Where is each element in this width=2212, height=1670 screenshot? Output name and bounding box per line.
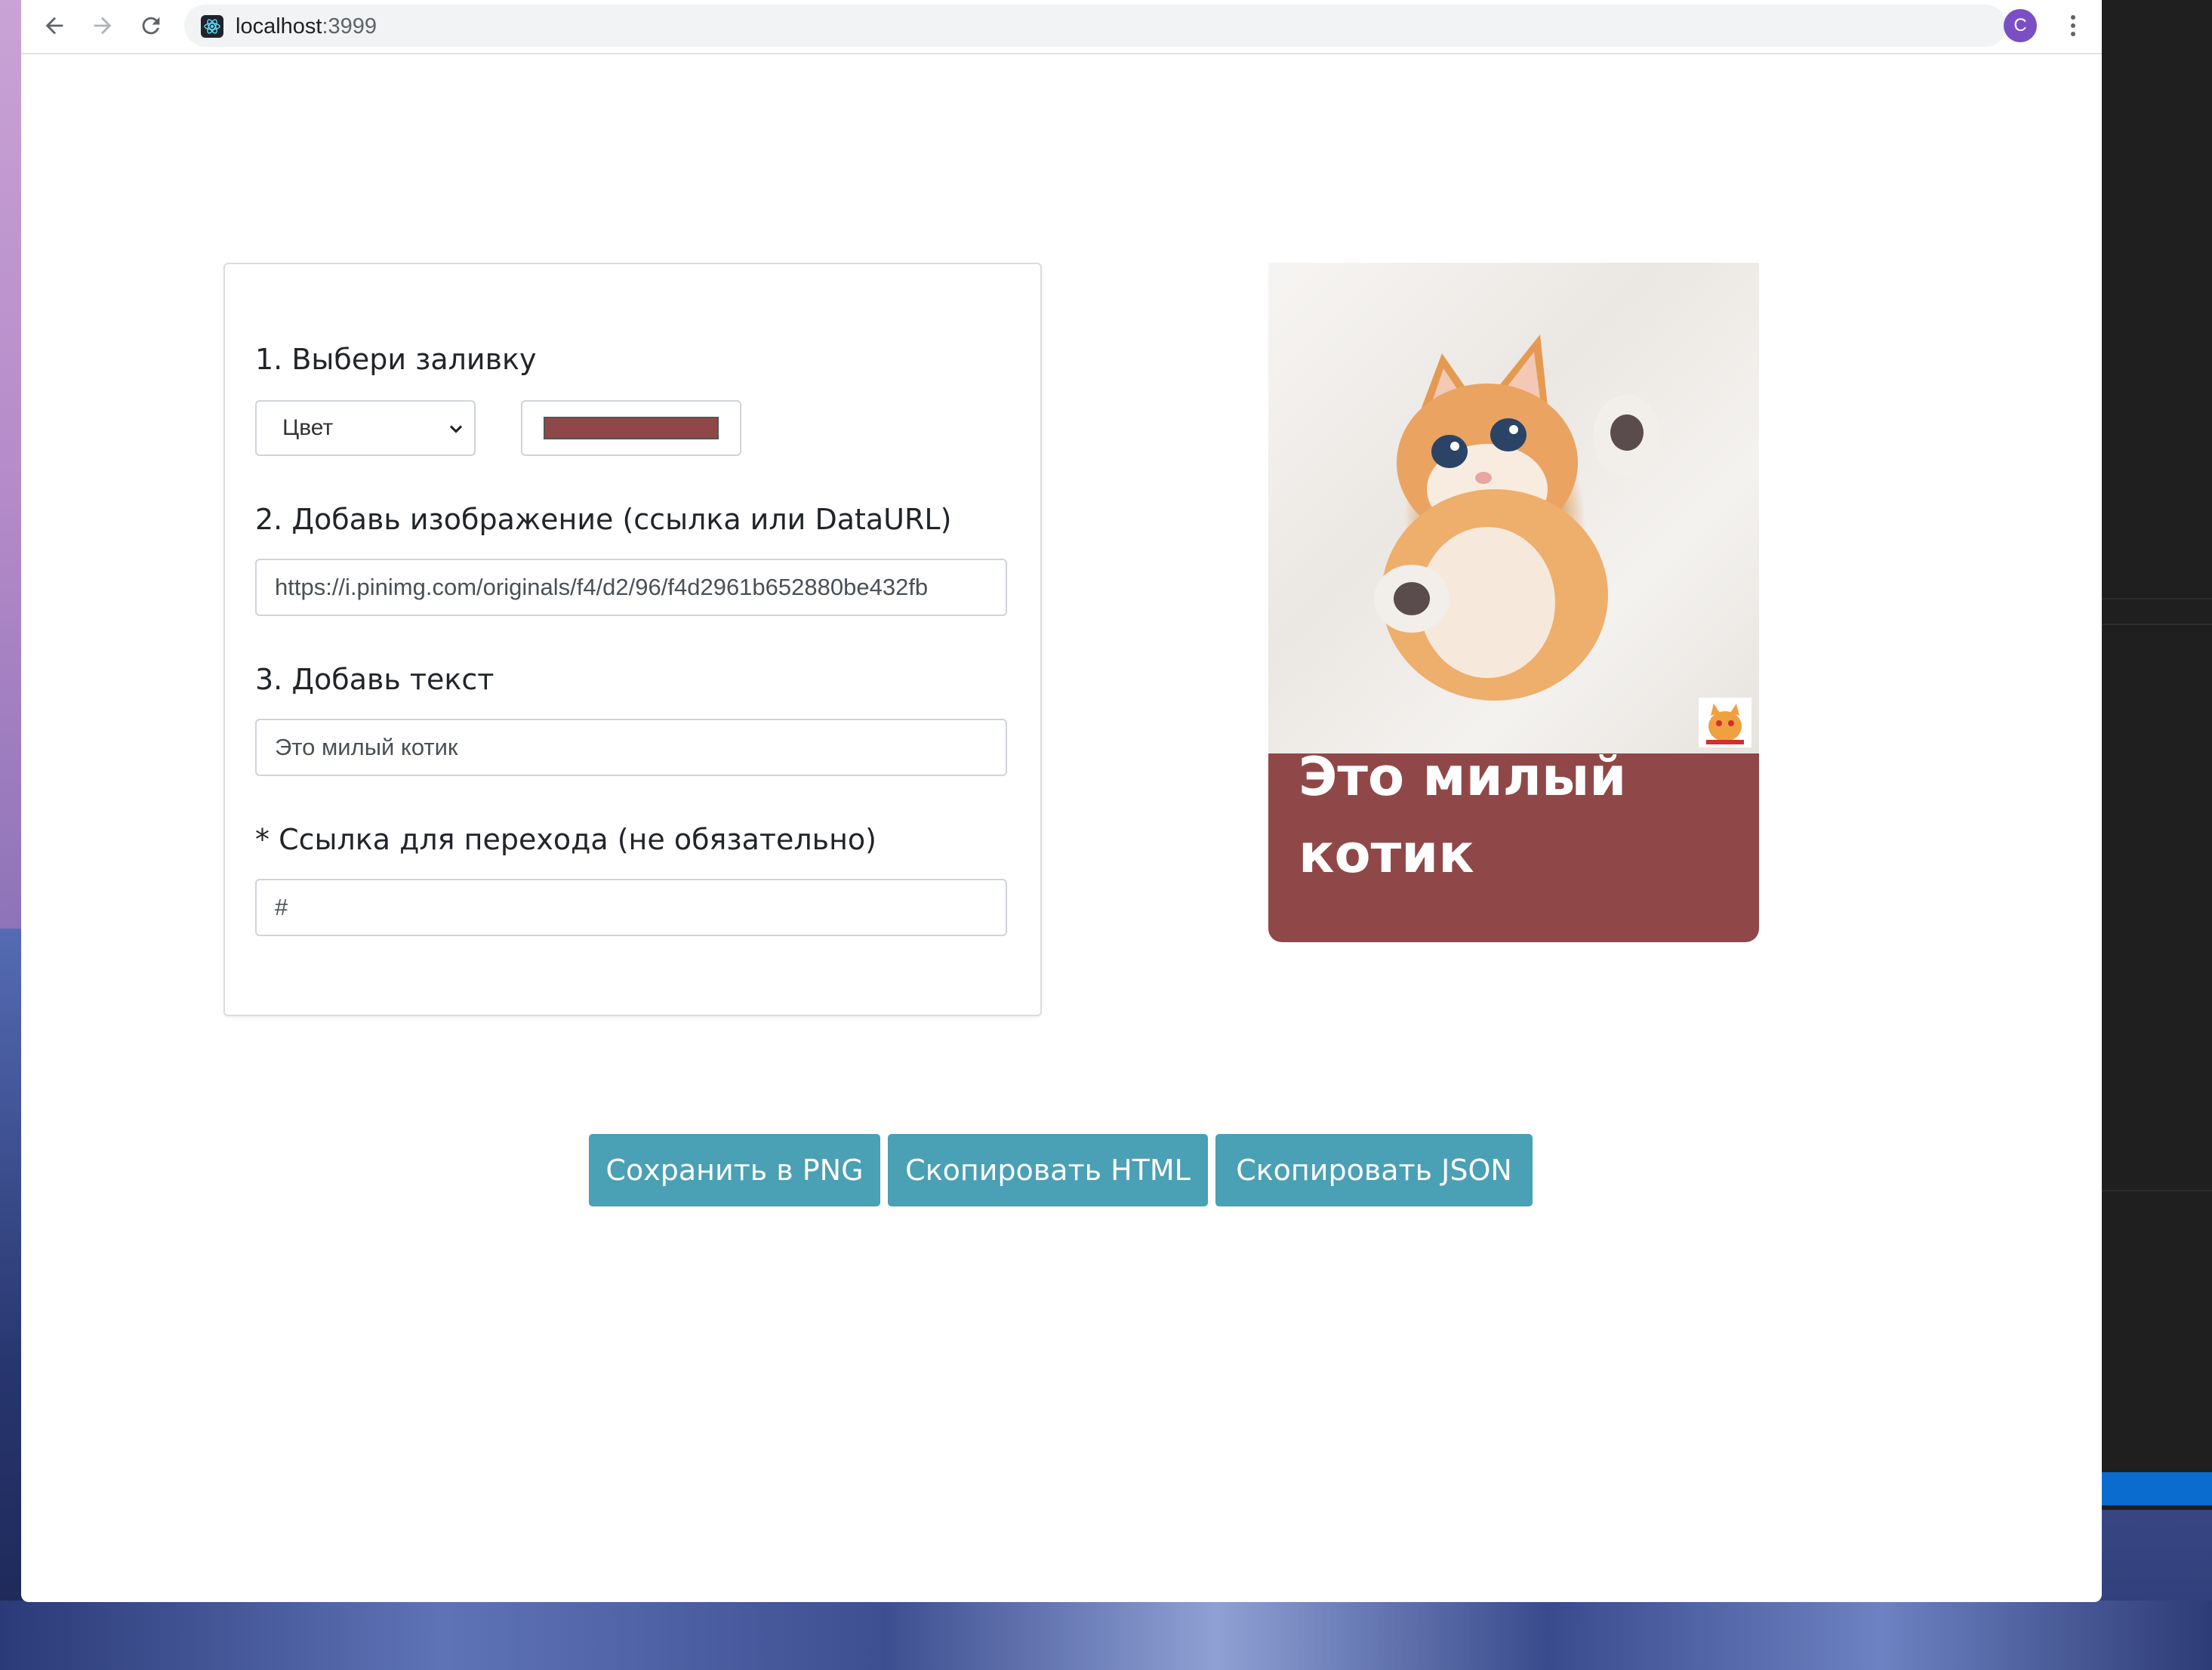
fill-type-select[interactable]: Цвет — [255, 400, 476, 456]
forward-arrow-icon — [94, 17, 112, 35]
save-png-button[interactable]: Сохранить в PNG — [589, 1134, 880, 1206]
editor-status-bar — [2102, 1472, 2212, 1505]
color-swatch — [544, 417, 719, 439]
profile-avatar[interactable]: C — [2004, 9, 2037, 42]
reload-icon — [142, 17, 160, 35]
fill-type-value: Цвет — [282, 415, 334, 440]
copy-json-button[interactable]: Скопировать JSON — [1215, 1134, 1533, 1206]
address-bar[interactable]: localhost:3999 — [184, 5, 2007, 47]
fill-color-picker[interactable] — [521, 400, 741, 456]
step3-label: 3. Добавь текст — [255, 663, 494, 696]
kitten-photo — [1268, 263, 1759, 753]
browser-toolbar: localhost:3999 C — [21, 0, 2102, 54]
settings-card: 1. Выбери заливку Цвет 2. Добавь изображ… — [223, 263, 1042, 1016]
background-editor-window — [2102, 0, 2212, 1510]
preview-text: Это милый котик — [1299, 746, 1627, 885]
desktop-wallpaper-bottom — [0, 1601, 2212, 1670]
url-host: localhost — [236, 14, 322, 39]
back-arrow-icon — [45, 17, 63, 35]
kebab-menu-icon[interactable] — [2060, 12, 2087, 39]
back-button[interactable] — [39, 11, 69, 41]
forward-button[interactable] — [88, 11, 118, 41]
kitten-illustration — [1374, 334, 1661, 701]
chevron-down-icon — [449, 425, 463, 433]
image-url-input[interactable]: https://i.pinimg.com/originals/f4/d2/96/… — [255, 559, 1007, 616]
link-input-value: # — [275, 894, 288, 920]
step4-label: * Ссылка для перехода (не обязательно) — [255, 823, 876, 856]
link-input[interactable]: # — [255, 879, 1007, 936]
browser-window: localhost:3999 C 1. Выбери заливку Цвет … — [21, 0, 2102, 1602]
react-logo-icon — [201, 15, 223, 38]
step2-label: 2. Добавь изображение (ссылка или DataUR… — [255, 503, 952, 536]
url-text: localhost:3999 — [236, 14, 377, 39]
image-url-value: https://i.pinimg.com/originals/f4/d2/96/… — [275, 574, 929, 600]
reload-button[interactable] — [136, 11, 166, 41]
banner-preview: Это милый котик — [1268, 263, 1759, 942]
copy-html-button[interactable]: Скопировать HTML — [888, 1134, 1208, 1206]
url-port: :3999 — [322, 14, 377, 39]
text-input[interactable]: Это милый котик — [255, 719, 1007, 776]
text-input-value: Это милый котик — [275, 734, 458, 760]
step1-label: 1. Выбери заливку — [255, 343, 537, 376]
